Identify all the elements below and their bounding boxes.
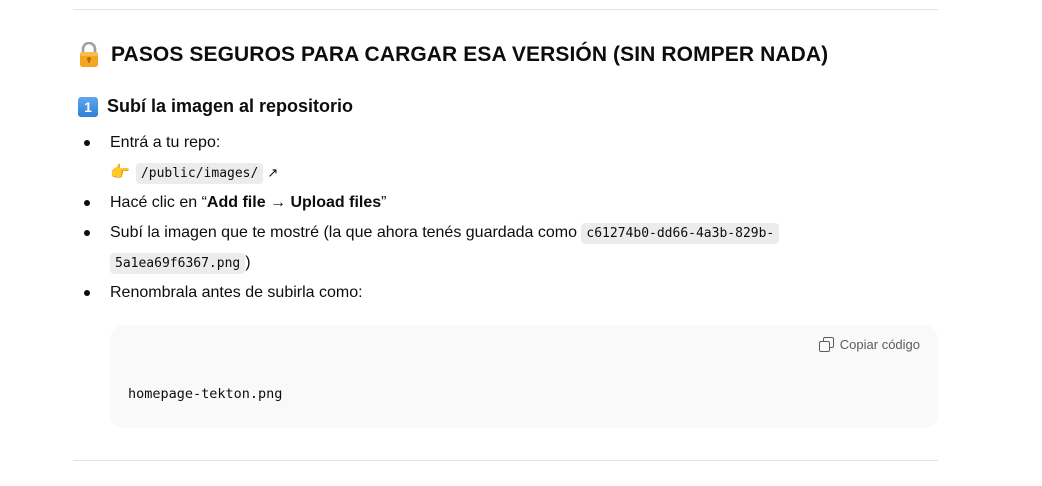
list-item-text: Renombrala antes de subirla como:: [110, 284, 363, 301]
list-item: Entrá a tu repo: 👉 /public/images/↗: [0, 130, 779, 190]
filename-code-cont: 5a1ea69f6367.png: [110, 253, 246, 274]
copy-code-button[interactable]: Copiar código: [818, 337, 920, 352]
copy-code-label: Copiar código: [839, 337, 920, 352]
bullet-icon: [84, 290, 90, 296]
lock-icon: [78, 41, 100, 68]
list-item-text-end: ”: [381, 194, 387, 211]
page: PASOS SEGUROS PARA CARGAR ESA VERSIÓN (S…: [0, 0, 1042, 486]
list-item-text: Hacé clic en “: [110, 194, 207, 211]
list-item: Hacé clic en “Add file → Upload files”: [0, 190, 779, 220]
filename-code: c61274b0-dd66-4a3b-829b-: [581, 223, 780, 244]
steps-list: Entrá a tu repo: 👉 /public/images/↗ Hacé …: [0, 130, 780, 310]
section-heading: PASOS SEGUROS PARA CARGAR ESA VERSIÓN (S…: [78, 41, 829, 68]
pointing-hand-icon: 👉: [110, 164, 130, 181]
keycap-one-icon: 1: [78, 96, 98, 117]
code-block: Copiar código homepage-tekton.png: [110, 325, 938, 428]
external-link-icon[interactable]: ↗: [267, 165, 278, 180]
divider-top: [73, 9, 938, 10]
path-code-link[interactable]: /public/images/: [135, 163, 264, 184]
list-item-bold: Add file → Upload files: [206, 194, 382, 211]
section-title: PASOS SEGUROS PARA CARGAR ESA VERSIÓN (S…: [111, 43, 829, 66]
bullet-icon: [84, 230, 90, 236]
step-title: Subí la imagen al repositorio: [107, 96, 354, 116]
bullet-icon: [84, 200, 90, 206]
code-content: homepage-tekton.png: [128, 386, 283, 402]
step-heading: 1 Subí la imagen al repositorio: [78, 96, 353, 117]
bullet-icon: [84, 140, 90, 146]
list-item-text: Entrá a tu repo:: [110, 134, 221, 151]
list-item: Subí la imagen que te mostré (la que aho…: [0, 220, 780, 280]
list-item-text: Subí la imagen que te mostré (la que aho…: [110, 224, 582, 241]
list-item: Renombrala antes de subirla como:: [0, 280, 779, 310]
divider-bottom: [73, 460, 938, 461]
list-item-text-end: ): [245, 254, 251, 271]
copy-icon: [818, 337, 834, 352]
